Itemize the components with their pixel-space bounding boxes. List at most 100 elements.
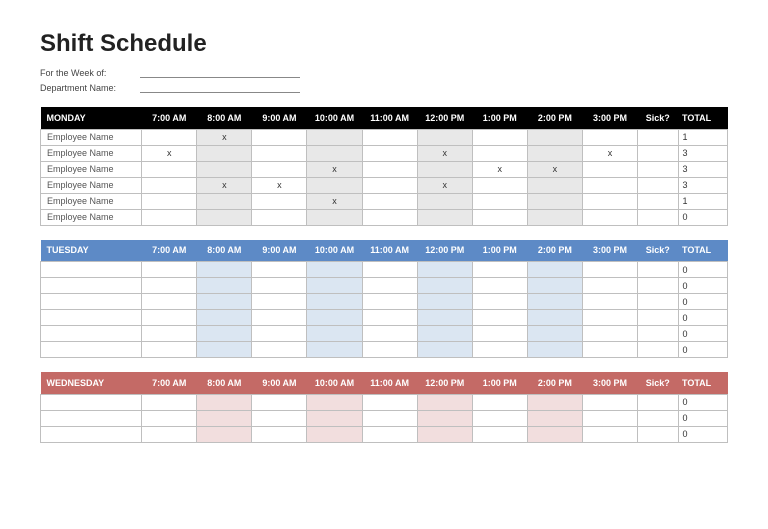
shift-cell[interactable] bbox=[527, 129, 582, 145]
shift-cell[interactable] bbox=[472, 177, 527, 193]
shift-cell[interactable] bbox=[362, 145, 417, 161]
shift-cell[interactable] bbox=[252, 326, 307, 342]
shift-cell[interactable] bbox=[417, 394, 472, 410]
shift-cell[interactable] bbox=[307, 262, 362, 278]
shift-cell[interactable]: x bbox=[472, 161, 527, 177]
shift-cell[interactable] bbox=[582, 410, 637, 426]
shift-cell[interactable] bbox=[582, 394, 637, 410]
sick-cell[interactable] bbox=[638, 177, 678, 193]
shift-cell[interactable] bbox=[417, 326, 472, 342]
shift-cell[interactable] bbox=[527, 145, 582, 161]
shift-cell[interactable] bbox=[307, 394, 362, 410]
employee-name-cell[interactable] bbox=[41, 342, 142, 358]
shift-cell[interactable] bbox=[362, 310, 417, 326]
week-of-value[interactable] bbox=[140, 66, 300, 78]
shift-cell[interactable] bbox=[417, 294, 472, 310]
shift-cell[interactable]: x bbox=[197, 129, 252, 145]
shift-cell[interactable] bbox=[582, 129, 637, 145]
shift-cell[interactable] bbox=[142, 310, 197, 326]
shift-cell[interactable] bbox=[472, 129, 527, 145]
shift-cell[interactable] bbox=[417, 193, 472, 209]
shift-cell[interactable] bbox=[142, 129, 197, 145]
shift-cell[interactable] bbox=[527, 177, 582, 193]
shift-cell[interactable] bbox=[362, 177, 417, 193]
employee-name-cell[interactable] bbox=[41, 394, 142, 410]
employee-name-cell[interactable] bbox=[41, 410, 142, 426]
shift-cell[interactable] bbox=[252, 394, 307, 410]
shift-cell[interactable] bbox=[307, 310, 362, 326]
shift-cell[interactable] bbox=[142, 294, 197, 310]
shift-cell[interactable] bbox=[527, 342, 582, 358]
employee-name-cell[interactable]: Employee Name bbox=[41, 129, 142, 145]
shift-cell[interactable] bbox=[472, 278, 527, 294]
shift-cell[interactable] bbox=[307, 209, 362, 225]
shift-cell[interactable] bbox=[307, 129, 362, 145]
shift-cell[interactable] bbox=[362, 278, 417, 294]
shift-cell[interactable] bbox=[307, 294, 362, 310]
shift-cell[interactable] bbox=[527, 193, 582, 209]
shift-cell[interactable] bbox=[417, 161, 472, 177]
dept-value[interactable] bbox=[140, 81, 300, 93]
shift-cell[interactable] bbox=[417, 342, 472, 358]
sick-cell[interactable] bbox=[638, 310, 678, 326]
shift-cell[interactable] bbox=[142, 161, 197, 177]
shift-cell[interactable] bbox=[197, 410, 252, 426]
shift-cell[interactable] bbox=[142, 326, 197, 342]
shift-cell[interactable] bbox=[307, 278, 362, 294]
shift-cell[interactable] bbox=[472, 342, 527, 358]
sick-cell[interactable] bbox=[638, 262, 678, 278]
employee-name-cell[interactable] bbox=[41, 310, 142, 326]
shift-cell[interactable] bbox=[252, 193, 307, 209]
shift-cell[interactable]: x bbox=[417, 145, 472, 161]
shift-cell[interactable] bbox=[472, 326, 527, 342]
shift-cell[interactable] bbox=[582, 161, 637, 177]
shift-cell[interactable] bbox=[417, 410, 472, 426]
sick-cell[interactable] bbox=[638, 326, 678, 342]
shift-cell[interactable] bbox=[142, 426, 197, 442]
shift-cell[interactable] bbox=[472, 310, 527, 326]
shift-cell[interactable] bbox=[197, 294, 252, 310]
shift-cell[interactable] bbox=[472, 209, 527, 225]
shift-cell[interactable] bbox=[197, 161, 252, 177]
shift-cell[interactable] bbox=[362, 129, 417, 145]
shift-cell[interactable] bbox=[582, 193, 637, 209]
shift-cell[interactable] bbox=[197, 426, 252, 442]
shift-cell[interactable] bbox=[197, 145, 252, 161]
shift-cell[interactable] bbox=[527, 394, 582, 410]
sick-cell[interactable] bbox=[638, 294, 678, 310]
shift-cell[interactable] bbox=[252, 294, 307, 310]
shift-cell[interactable] bbox=[197, 326, 252, 342]
shift-cell[interactable] bbox=[582, 262, 637, 278]
shift-cell[interactable] bbox=[307, 326, 362, 342]
employee-name-cell[interactable]: Employee Name bbox=[41, 161, 142, 177]
shift-cell[interactable] bbox=[142, 394, 197, 410]
sick-cell[interactable] bbox=[638, 193, 678, 209]
shift-cell[interactable] bbox=[582, 209, 637, 225]
shift-cell[interactable] bbox=[252, 410, 307, 426]
shift-cell[interactable] bbox=[527, 262, 582, 278]
sick-cell[interactable] bbox=[638, 129, 678, 145]
shift-cell[interactable] bbox=[197, 278, 252, 294]
shift-cell[interactable] bbox=[527, 426, 582, 442]
shift-cell[interactable] bbox=[252, 426, 307, 442]
shift-cell[interactable] bbox=[417, 209, 472, 225]
employee-name-cell[interactable]: Employee Name bbox=[41, 177, 142, 193]
shift-cell[interactable] bbox=[417, 262, 472, 278]
shift-cell[interactable] bbox=[362, 410, 417, 426]
shift-cell[interactable] bbox=[527, 278, 582, 294]
employee-name-cell[interactable]: Employee Name bbox=[41, 145, 142, 161]
shift-cell[interactable] bbox=[472, 193, 527, 209]
shift-cell[interactable] bbox=[142, 193, 197, 209]
employee-name-cell[interactable]: Employee Name bbox=[41, 209, 142, 225]
shift-cell[interactable] bbox=[472, 410, 527, 426]
shift-cell[interactable] bbox=[252, 145, 307, 161]
shift-cell[interactable]: x bbox=[527, 161, 582, 177]
shift-cell[interactable]: x bbox=[582, 145, 637, 161]
employee-name-cell[interactable] bbox=[41, 278, 142, 294]
shift-cell[interactable] bbox=[582, 177, 637, 193]
employee-name-cell[interactable]: Employee Name bbox=[41, 193, 142, 209]
shift-cell[interactable]: x bbox=[307, 193, 362, 209]
shift-cell[interactable] bbox=[142, 342, 197, 358]
shift-cell[interactable]: x bbox=[307, 161, 362, 177]
shift-cell[interactable] bbox=[362, 262, 417, 278]
